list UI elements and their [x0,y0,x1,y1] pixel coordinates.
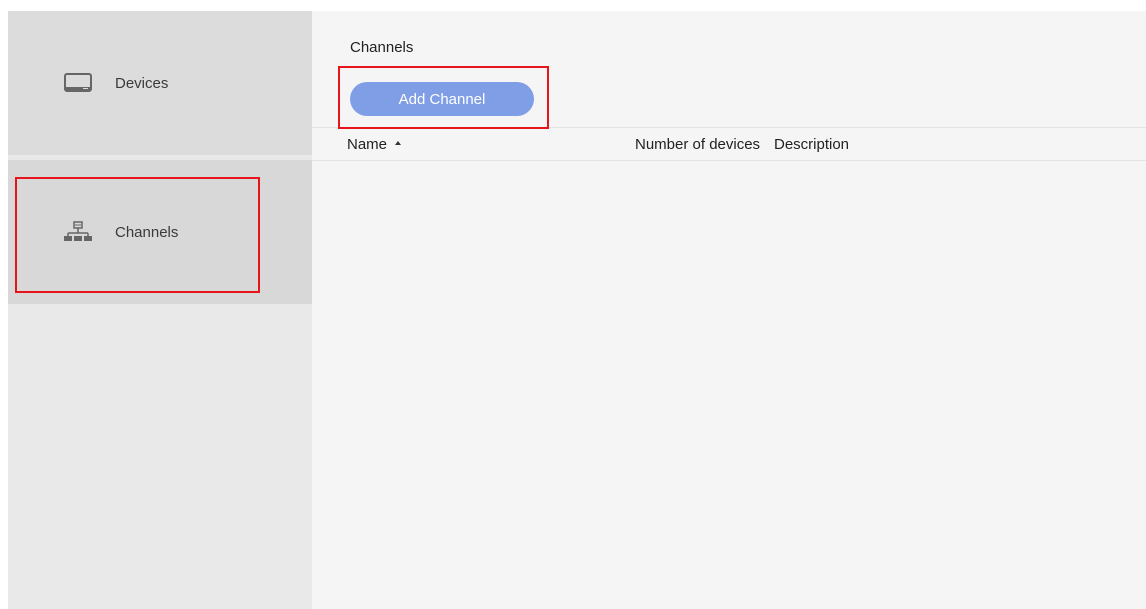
monitor-icon [62,71,94,95]
column-header-label: Name [347,136,388,153]
page-title: Channels [350,39,414,56]
sidebar-item-channels[interactable]: Channels [8,160,312,304]
column-header-number-of-devices[interactable]: Number of devices [635,136,760,153]
network-hierarchy-icon [62,220,94,244]
column-header-description[interactable]: Description [774,136,849,153]
sidebar-item-label: Devices [115,74,169,92]
main-content: Channels Add Channel Name Number of devi… [312,11,1146,609]
add-channel-button[interactable]: Add Channel [350,82,534,116]
sidebar-item-devices[interactable]: Devices [8,11,312,155]
sort-ascending-icon [395,141,402,146]
app-window: Devices Channels Channels Add Channel Na… [8,11,1146,609]
table-header: Name Number of devices Description [312,127,1146,161]
sidebar: Devices Channels [8,11,312,609]
sidebar-item-label: Channels [115,223,179,241]
column-header-name[interactable]: Name [347,136,402,153]
